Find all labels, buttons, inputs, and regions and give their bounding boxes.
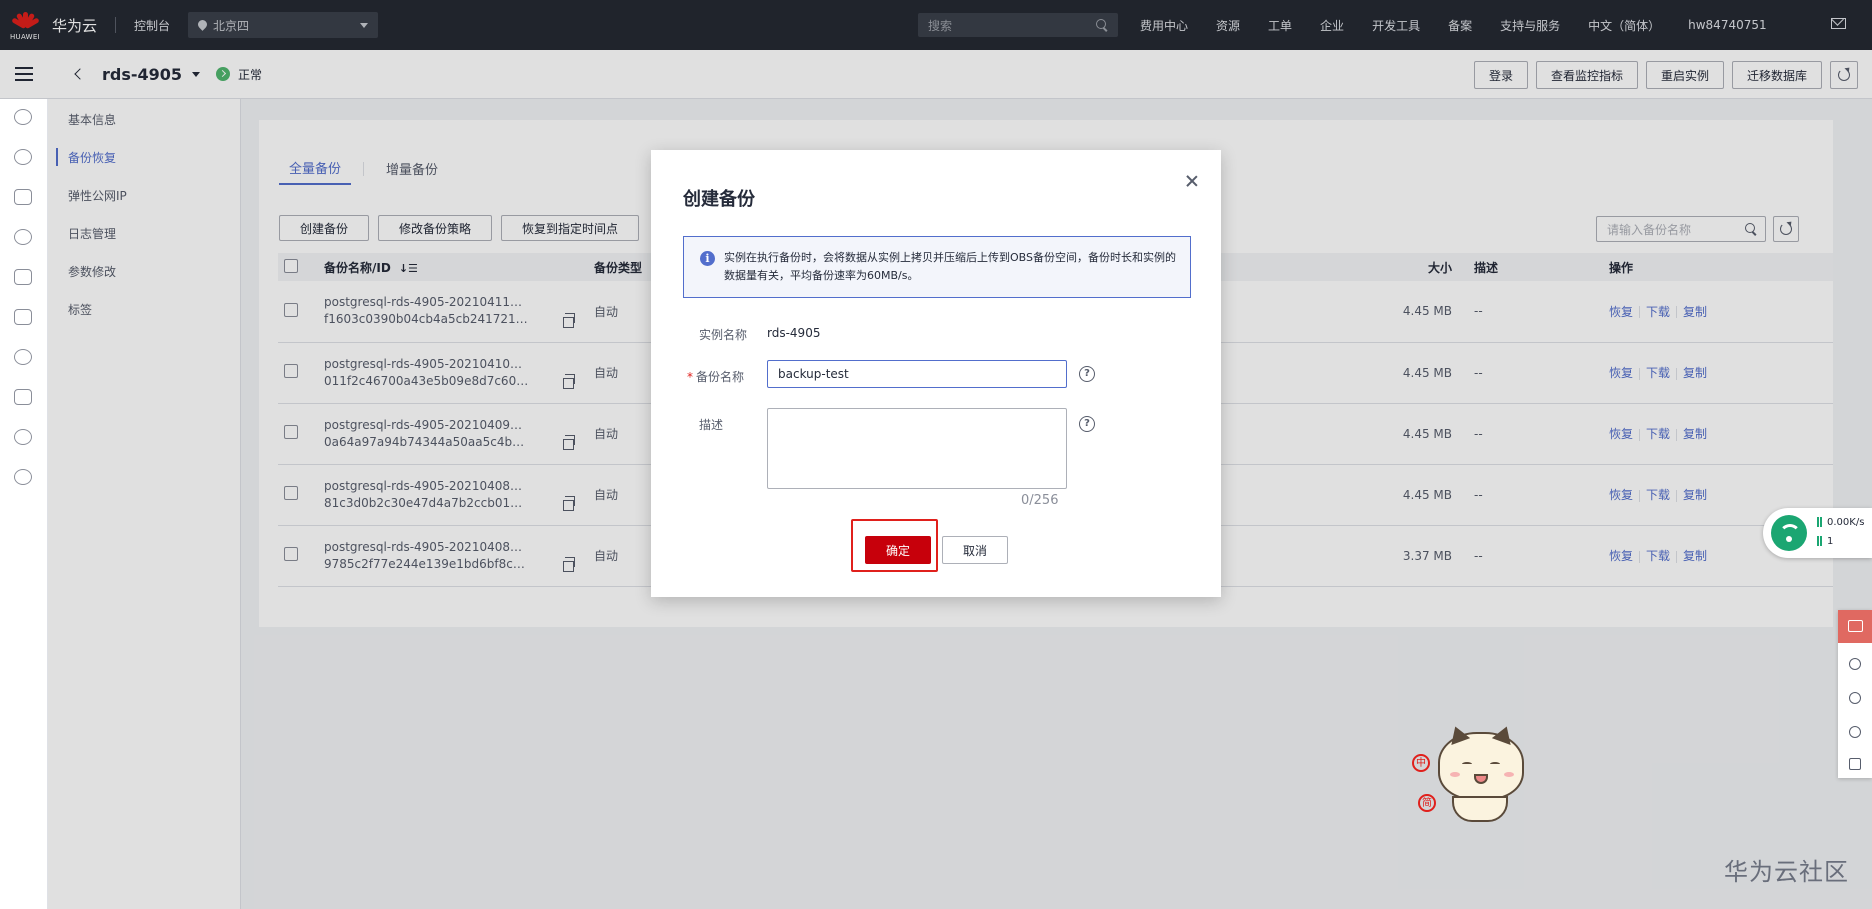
watermark: 华为云社区 bbox=[1724, 858, 1849, 886]
net-count: 1 bbox=[1817, 536, 1833, 547]
database-icon[interactable] bbox=[14, 269, 32, 285]
question-icon[interactable] bbox=[1849, 726, 1861, 738]
cloud-storage-icon[interactable] bbox=[14, 229, 32, 245]
lock-icon bbox=[1817, 536, 1822, 546]
transfer-icon bbox=[1817, 517, 1822, 527]
help-icon[interactable]: ? bbox=[1079, 366, 1095, 382]
description-label: 描述 bbox=[699, 418, 724, 432]
backup-name-label: * 备份名称 bbox=[687, 370, 745, 384]
checklist-icon[interactable] bbox=[1849, 758, 1861, 770]
description-textarea[interactable] bbox=[767, 408, 1067, 489]
confirm-button[interactable]: 确定 bbox=[865, 536, 931, 564]
net-rate: 0.00K/s bbox=[1817, 517, 1864, 528]
modal-backdrop-top bbox=[0, 0, 1872, 99]
required-mark: * bbox=[687, 370, 693, 384]
char-counter: 0/256 bbox=[1021, 493, 1059, 508]
floating-help-toolbar bbox=[1838, 610, 1872, 778]
create-backup-dialog: 创建备份 i 实例在执行备份时，会将数据从实例上拷贝并压缩后上传到OBS备份空间… bbox=[651, 150, 1221, 597]
info-notice-text: 实例在执行备份时，会将数据从实例上拷贝并压缩后上传到OBS备份空间，备份时长和实… bbox=[724, 251, 1176, 282]
mascot-sticker: 中 简 bbox=[1412, 723, 1532, 824]
info-icon: i bbox=[700, 251, 715, 266]
instance-name-value: rds-4905 bbox=[767, 326, 821, 340]
bridge-icon[interactable] bbox=[14, 189, 32, 205]
mascot-badge-2: 简 bbox=[1418, 794, 1436, 812]
cloud-icon[interactable] bbox=[14, 109, 32, 125]
document-icon[interactable] bbox=[14, 309, 32, 325]
shield-icon[interactable] bbox=[14, 469, 32, 485]
feedback-icon[interactable] bbox=[1849, 658, 1861, 670]
globe-icon[interactable] bbox=[14, 429, 32, 445]
cloud-network-icon[interactable] bbox=[14, 349, 32, 365]
wifi-icon bbox=[1771, 515, 1807, 551]
help-icon[interactable]: ? bbox=[1079, 416, 1095, 432]
service-icon-rail bbox=[0, 99, 48, 909]
cluster-icon[interactable] bbox=[14, 149, 32, 165]
support-icon[interactable] bbox=[1849, 692, 1861, 704]
instance-name-label: 实例名称 bbox=[699, 328, 748, 342]
cancel-button[interactable]: 取消 bbox=[942, 536, 1008, 564]
anchor-icon[interactable] bbox=[14, 389, 32, 405]
dialog-title: 创建备份 bbox=[683, 189, 755, 210]
network-speed-widget[interactable]: 0.00K/s 1 bbox=[1763, 508, 1872, 558]
backup-name-input[interactable] bbox=[767, 360, 1067, 388]
close-icon[interactable] bbox=[1185, 174, 1199, 188]
mascot-badge-1: 中 bbox=[1412, 754, 1430, 772]
chat-icon[interactable] bbox=[1838, 610, 1872, 643]
info-notice: i 实例在执行备份时，会将数据从实例上拷贝并压缩后上传到OBS备份空间，备份时长… bbox=[683, 236, 1191, 298]
